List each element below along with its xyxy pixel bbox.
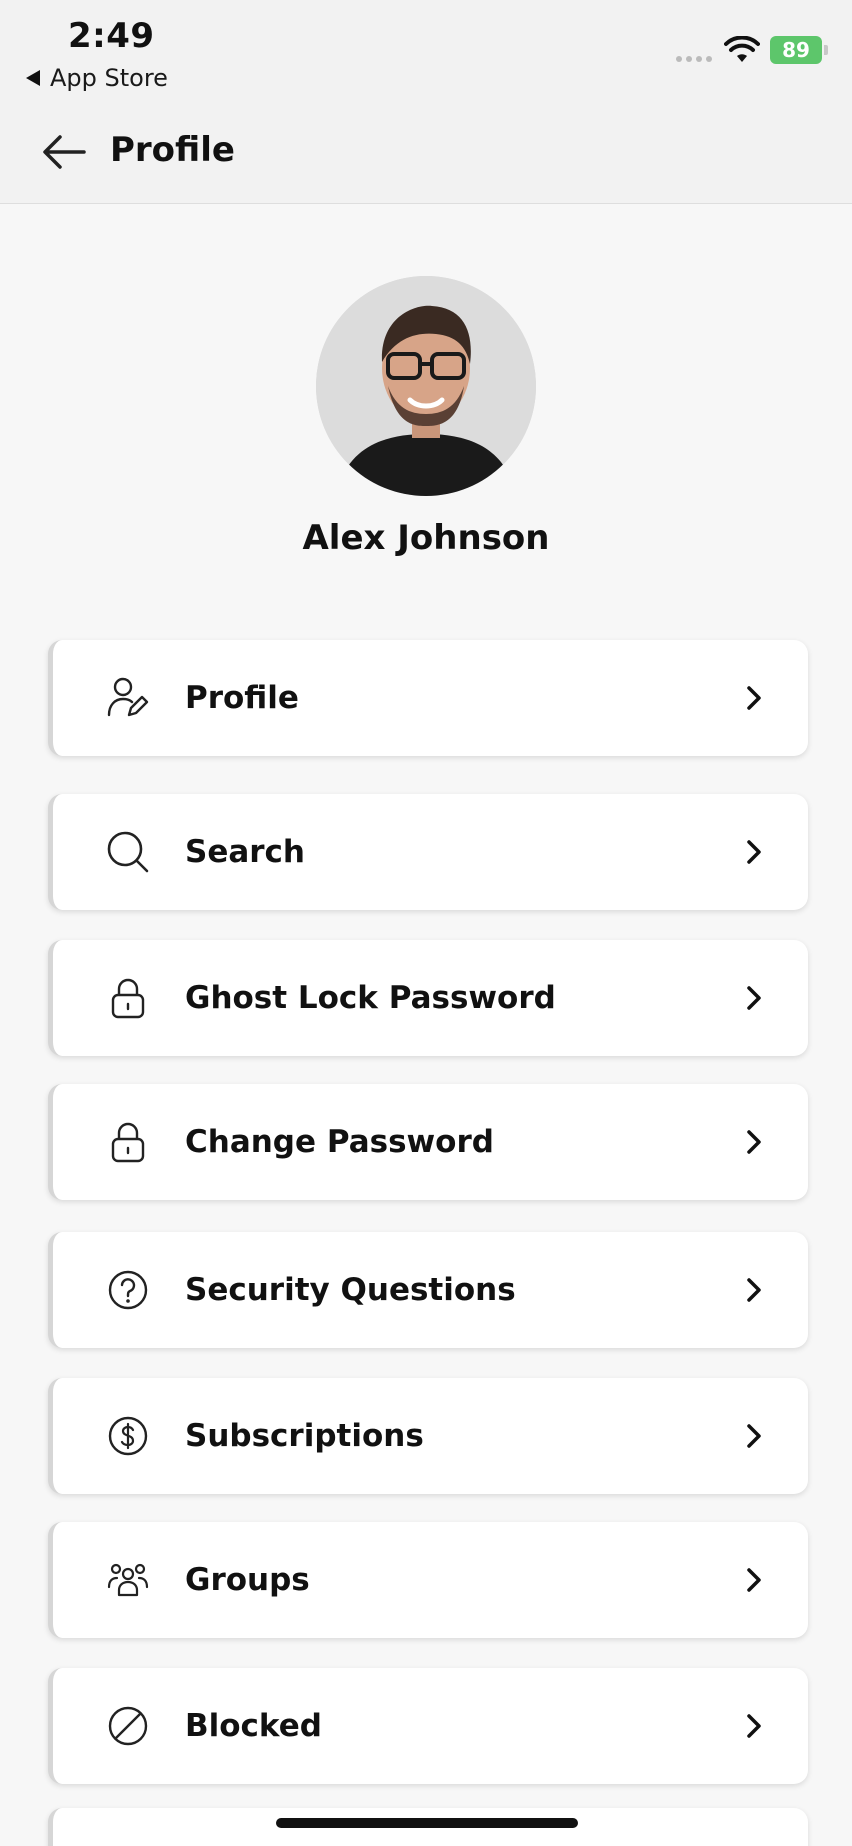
menu-item-profile[interactable]: Profile <box>48 640 808 756</box>
blocked-icon <box>105 1703 151 1749</box>
menu-item-subscriptions[interactable]: Subscriptions <box>48 1378 808 1494</box>
group-icon <box>105 1557 151 1603</box>
dollar-circle-icon <box>105 1413 151 1459</box>
menu-item-change-password[interactable]: Change Password <box>48 1084 808 1200</box>
avatar <box>316 276 536 496</box>
chevron-right-icon <box>747 1424 761 1448</box>
battery-icon: 89 <box>770 36 822 64</box>
top-bar: 2:49 App Store 89 Profile <box>0 0 852 204</box>
menu-item-blocked[interactable]: Blocked <box>48 1668 808 1784</box>
wifi-icon <box>724 36 760 62</box>
back-to-app-store[interactable]: App Store <box>26 64 168 92</box>
page-title: Profile <box>110 130 235 170</box>
battery-tip <box>824 45 828 55</box>
question-circle-icon <box>105 1267 151 1313</box>
chevron-right-icon <box>747 1568 761 1592</box>
chevron-right-icon <box>747 686 761 710</box>
battery-level: 89 <box>782 38 810 62</box>
menu-item-label: Blocked <box>185 1708 322 1744</box>
status-time: 2:49 <box>68 16 155 56</box>
menu-item-label: Change Password <box>185 1124 494 1160</box>
menu-item-label: Subscriptions <box>185 1418 424 1454</box>
menu-item-label: Security Questions <box>185 1272 516 1308</box>
user-name: Alex Johnson <box>302 518 550 558</box>
user-edit-icon <box>105 675 151 721</box>
menu-item-label: Profile <box>185 680 299 716</box>
back-triangle-icon <box>26 70 40 86</box>
lock-icon <box>105 1119 151 1165</box>
menu-item-search[interactable]: Search <box>48 794 808 910</box>
chevron-right-icon <box>747 1278 761 1302</box>
menu-item-groups[interactable]: Groups <box>48 1522 808 1638</box>
chevron-right-icon <box>747 840 761 864</box>
menu-item-ghost-lock-password[interactable]: Ghost Lock Password <box>48 940 808 1056</box>
home-indicator[interactable] <box>276 1818 578 1828</box>
chevron-right-icon <box>747 986 761 1010</box>
chevron-right-icon <box>747 1130 761 1154</box>
back-arrow-icon[interactable] <box>40 132 88 172</box>
menu-item-label: Ghost Lock Password <box>185 980 556 1016</box>
back-app-label: App Store <box>50 64 168 92</box>
menu-item-label: Groups <box>185 1562 310 1598</box>
menu-item-security-questions[interactable]: Security Questions <box>48 1232 808 1348</box>
chevron-right-icon <box>747 1714 761 1738</box>
avatar-image <box>316 276 536 496</box>
search-icon <box>105 829 151 875</box>
menu-item-label: Search <box>185 834 306 870</box>
lock-icon <box>105 975 151 1021</box>
cellular-signal-icon <box>676 56 712 62</box>
